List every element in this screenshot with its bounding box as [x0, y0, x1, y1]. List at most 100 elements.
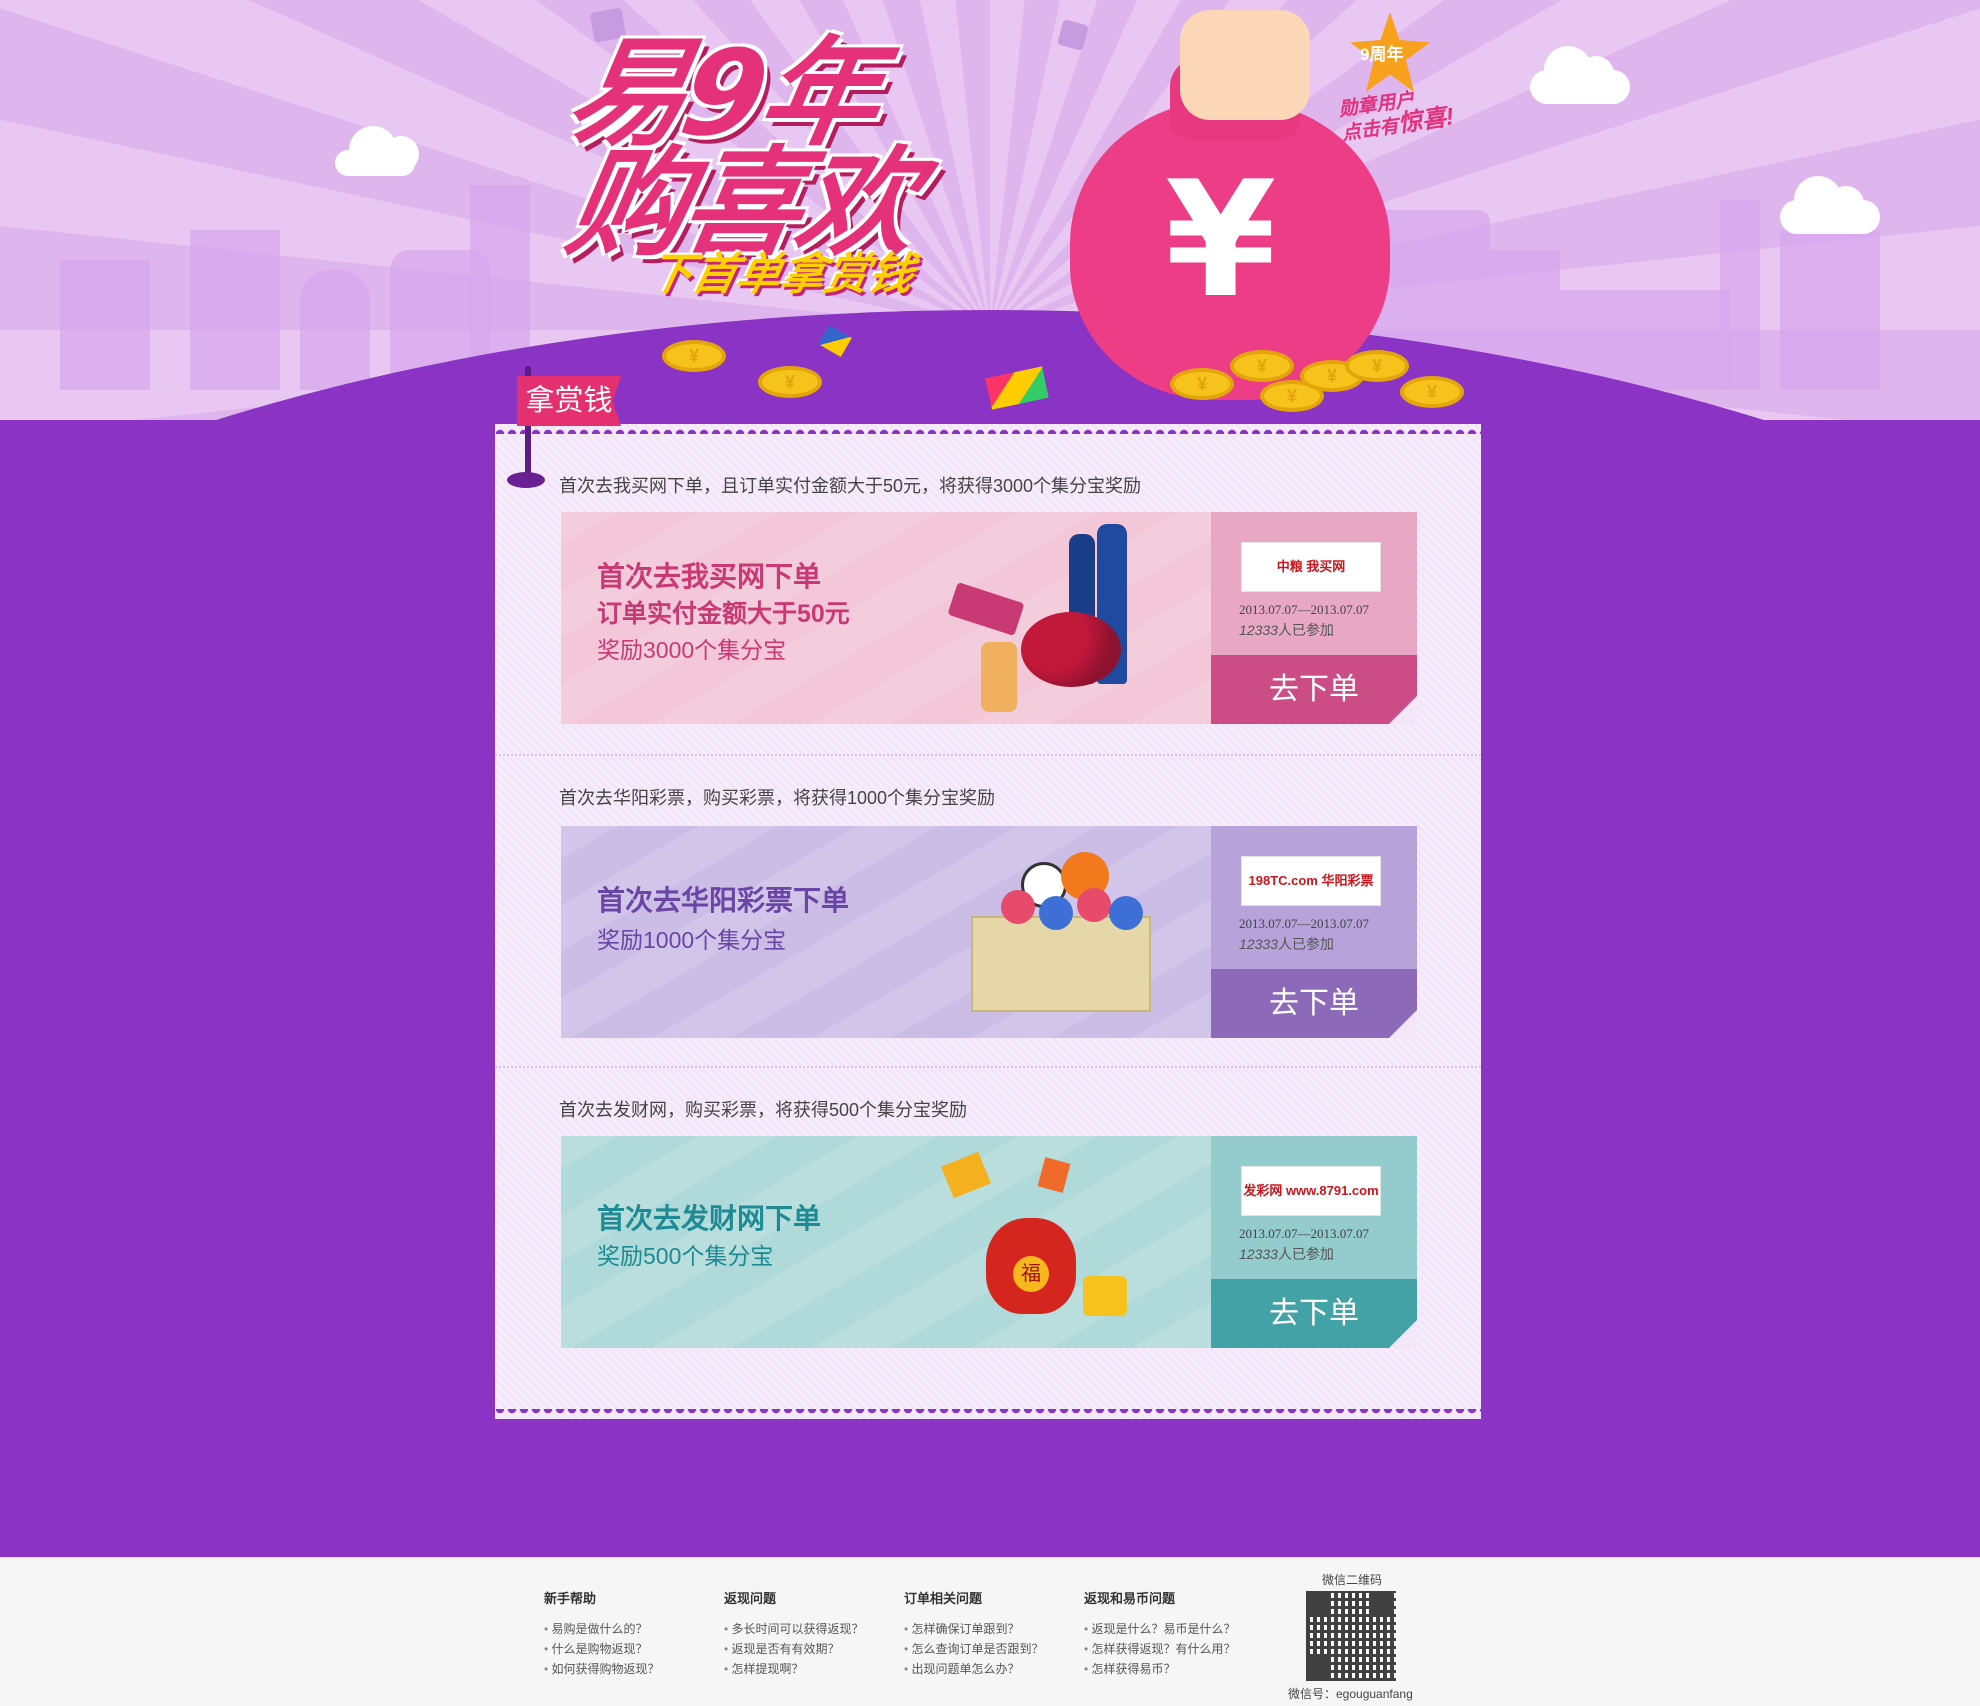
campaign-title: 易9年 购喜欢 下首单拿赏钱 [520, 24, 1080, 300]
order-button[interactable]: 去下单 [1211, 969, 1417, 1038]
offer-date: 2013.07.07—2013.07.07 [1239, 602, 1369, 617]
count-suffix: 人已参加 [1277, 936, 1334, 952]
count-number: 12333 [1239, 1246, 1278, 1262]
footer-col-help: 新手帮助 易购是做什么的？ 什么是购物返现？ 如何获得购物返现？ [544, 1588, 724, 1679]
coin-icon: ¥ [1400, 376, 1464, 408]
offer-date: 2013.07.07—2013.07.07 [1239, 1226, 1369, 1241]
offer-section-facai: 首次去发财网，购买彩票，将获得500个集分宝奖励 首次去发财网下单 奖励500个… [495, 1066, 1481, 1406]
wechat-qr-code [1306, 1591, 1396, 1681]
footer-link[interactable]: 什么是购物返现？ [544, 1639, 724, 1659]
merchant-logo-facai: 发彩网 www.8791.com [1241, 1166, 1381, 1216]
banner-right: 198TC.com 华阳彩票 2013.07.07—2013.07.07 123… [1211, 826, 1417, 1038]
lottery-ball-icon [1077, 888, 1111, 922]
footer-link[interactable]: 怎样确保订单跟到？ [904, 1619, 1084, 1639]
logo-text: 发彩网 www.8791.com [1243, 1183, 1379, 1198]
footer-link[interactable]: 出现问题单怎么办？ [904, 1659, 1084, 1679]
hand-icon [1180, 10, 1310, 120]
count-number: 12333 [1239, 622, 1278, 638]
banner-left: 首次去发财网下单 奖励500个集分宝 福 [561, 1136, 1211, 1348]
count-suffix: 人已参加 [1277, 1246, 1334, 1262]
footer-link[interactable]: 返现是什么？易币是什么？ [1084, 1619, 1264, 1639]
offer-banner[interactable]: 首次去华阳彩票下单 奖励1000个集分宝 198TC.com 华阳彩票 2013… [561, 826, 1417, 1038]
count-suffix: 人已参加 [1277, 622, 1334, 638]
offer-title: 首次去华阳彩票，购买彩票，将获得1000个集分宝奖励 [559, 788, 996, 808]
merchant-logo-198tc: 198TC.com 华阳彩票 [1241, 856, 1381, 906]
banner-right: 发彩网 www.8791.com 2013.07.07—2013.07.07 1… [1211, 1136, 1417, 1348]
banner-right: 中粮 我买网 2013.07.07—2013.07.07 12333人已参加 去… [1211, 512, 1417, 724]
lottery-ball-icon [1109, 896, 1143, 930]
banner-line2: 奖励1000个集分宝 [597, 927, 787, 953]
coin-icon: ¥ [1170, 368, 1234, 400]
anniversary-badge[interactable]: 9周年 勋章用户 点击有惊喜! [1337, 12, 1460, 145]
title-main: 易9年 购喜欢 [541, 24, 942, 272]
footer-heading: 订单相关问题 [904, 1591, 983, 1606]
city-building [60, 260, 150, 390]
footer-link[interactable]: 怎样提现啊？ [724, 1659, 904, 1679]
footer-link[interactable]: 怎样获得返现？有什么用？ [1084, 1639, 1264, 1659]
lottery-ball-icon [1001, 890, 1035, 924]
offer-section-huayang: 首次去华阳彩票，购买彩票，将获得1000个集分宝奖励 首次去华阳彩票下单 奖励1… [495, 754, 1481, 1066]
participant-count: 12333人已参加 [1239, 1244, 1334, 1264]
offer-banner[interactable]: 首次去发财网下单 奖励500个集分宝 福 发彩网 www.8791.com 20… [561, 1136, 1417, 1348]
offer-section-womai: 首次去我买网下单，且订单实付金额大于50元，将获得3000个集分宝奖励 首次去我… [495, 424, 1481, 754]
footer-heading: 返现问题 [724, 1591, 777, 1606]
lottery-ball-icon [1039, 896, 1073, 930]
footer-link[interactable]: 怎么查询订单是否跟到？ [904, 1639, 1084, 1659]
banner-heading: 首次去华阳彩票下单 [597, 885, 850, 916]
footer-link[interactable]: 返现是否有有效期？ [724, 1639, 904, 1659]
reward-card: 拿赏钱 首次去我买网下单，且订单实付金额大于50元，将获得3000个集分宝奖励 … [495, 366, 1481, 1419]
footer-heading: 返现和易币问题 [1084, 1591, 1176, 1606]
offer-banner[interactable]: 首次去我买网下单 订单实付金额大于50元 奖励3000个集分宝 中粮 我买网 2… [561, 512, 1417, 724]
participant-count: 12333人已参加 [1239, 620, 1334, 640]
fruit-basket-icon [1021, 612, 1121, 687]
cloud [335, 126, 419, 176]
footer-link[interactable]: 怎样获得易币？ [1084, 1659, 1264, 1679]
banner-line2: 奖励500个集分宝 [597, 1243, 774, 1269]
banner-heading: 首次去我买网下单 [597, 561, 822, 592]
cloud [1530, 46, 1630, 104]
coin-icon: ¥ [758, 366, 822, 398]
gold-coins-icon [1083, 1276, 1127, 1316]
qr-caption: 微信号：egouguanfang [1288, 1687, 1413, 1701]
badge-title: 9周年 [1360, 45, 1404, 64]
lucky-bag-label: 福 [1013, 1256, 1049, 1292]
offer-title: 首次去发财网，购买彩票，将获得500个集分宝奖励 [559, 1100, 968, 1120]
order-button[interactable]: 去下单 [1211, 655, 1417, 724]
footer-heading: 新手帮助 [544, 1591, 597, 1606]
coin-icon: ¥ [1230, 350, 1294, 382]
offer-date: 2013.07.07—2013.07.07 [1239, 916, 1369, 931]
badge-line2: 点击有 [1340, 115, 1401, 145]
footer-col-cashback: 返现问题 多长时间可以获得返现？ 返现是否有有效期？ 怎样提现啊？ [724, 1588, 904, 1679]
banner-line3: 奖励3000个集分宝 [597, 637, 787, 663]
drink-bottle-icon [981, 642, 1017, 712]
footer-link[interactable]: 多长时间可以获得返现？ [724, 1619, 904, 1639]
footer-link[interactable]: 易购是做什么的？ [544, 1619, 724, 1639]
qr-title: 微信二维码 [1322, 1573, 1383, 1587]
site-footer: 新手帮助 易购是做什么的？ 什么是购物返现？ 如何获得购物返现？ 返现问题 多长… [0, 1557, 1980, 1706]
logo-text: 198TC.com 华阳彩票 [1248, 873, 1374, 888]
merchant-logo-womai: 中粮 我买网 [1241, 542, 1381, 592]
banner-left: 首次去我买网下单 订单实付金额大于50元 奖励3000个集分宝 [561, 512, 1211, 724]
order-button[interactable]: 去下单 [1211, 1279, 1417, 1348]
banner-heading: 首次去发财网下单 [597, 1203, 822, 1234]
lottery-box-icon [971, 916, 1151, 1012]
footer-link[interactable]: 如何获得购物返现？ [544, 1659, 724, 1679]
banner-line2: 订单实付金额大于50元 [597, 600, 850, 628]
cloud [1780, 176, 1880, 234]
participant-count: 12333人已参加 [1239, 934, 1334, 954]
city-building [1720, 200, 1760, 390]
coin-icon: ¥ [662, 340, 726, 372]
coin-icon: ¥ [1345, 350, 1409, 382]
section-flag: 拿赏钱 [517, 376, 621, 426]
count-number: 12333 [1239, 936, 1278, 952]
hero-banner: 易9年 购喜欢 下首单拿赏钱 ¥ ¥ ¥ ¥ ¥ ¥ ¥ ¥ ¥ 9周年 勋章用… [0, 0, 1980, 420]
title-subtitle: 下首单拿赏钱 [643, 249, 919, 300]
logo-text: 中粮 我买网 [1276, 559, 1346, 574]
footer-col-coins: 返现和易币问题 返现是什么？易币是什么？ 怎样获得返现？有什么用？ 怎样获得易币… [1084, 1588, 1264, 1679]
footer-col-orders: 订单相关问题 怎样确保订单跟到？ 怎么查询订单是否跟到？ 出现问题单怎么办？ [904, 1588, 1084, 1679]
city-building [1780, 230, 1880, 390]
badge-caption: 勋章用户 点击有惊喜! [1337, 84, 1455, 145]
city-building [190, 230, 280, 390]
banner-left: 首次去华阳彩票下单 奖励1000个集分宝 [561, 826, 1211, 1038]
yen-icon: ¥ [1165, 146, 1277, 333]
